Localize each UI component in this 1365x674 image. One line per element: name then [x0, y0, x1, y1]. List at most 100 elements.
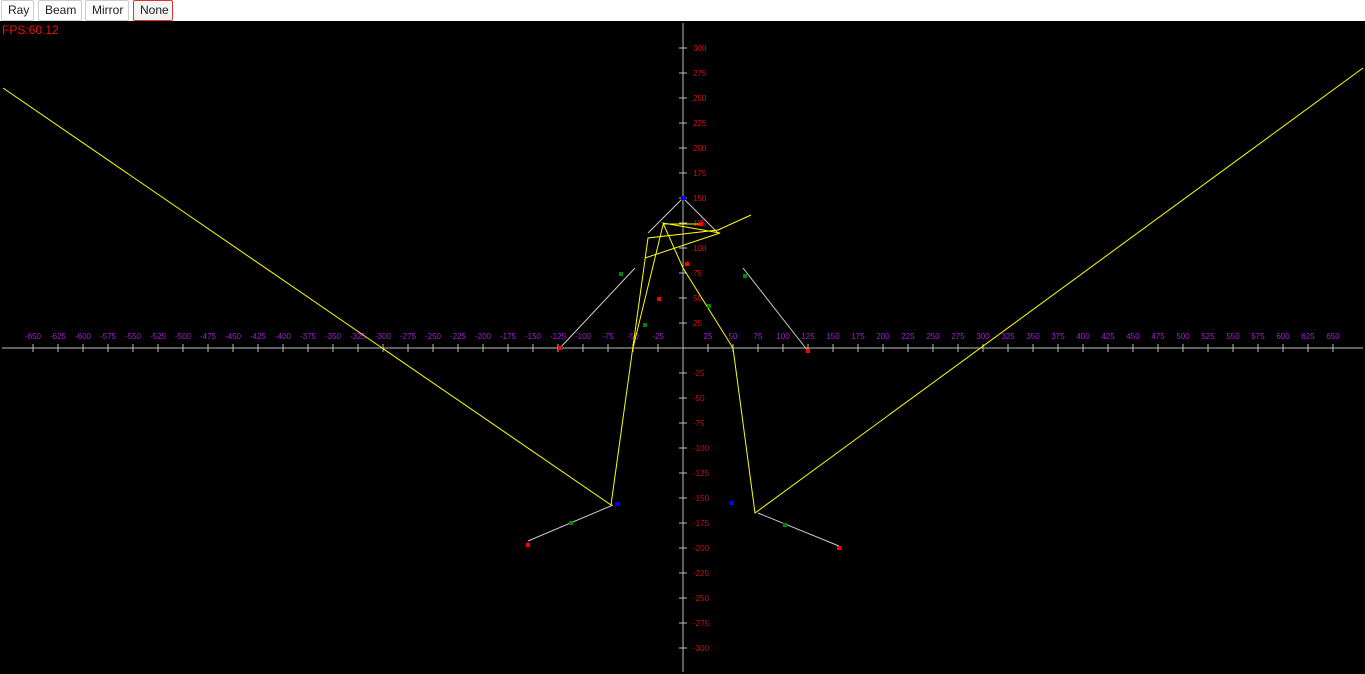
x-tick-label: 100	[776, 332, 790, 341]
endpoint-marker	[526, 543, 530, 547]
x-tick-label: 525	[1201, 332, 1215, 341]
x-tick-label: -300	[375, 332, 392, 341]
endpoint-marker	[837, 546, 841, 550]
ray-path	[644, 67, 1364, 514]
x-tick-label: -500	[175, 332, 192, 341]
y-tick-label: 300	[693, 44, 707, 53]
x-tick-label: -100	[575, 332, 592, 341]
y-tick-label: -175	[693, 519, 710, 528]
x-tick-label: 425	[1101, 332, 1115, 341]
y-tick-label: 225	[693, 119, 707, 128]
mirror-segment	[757, 512, 840, 547]
y-tick-label: 175	[693, 169, 707, 178]
x-tick-label: -200	[475, 332, 492, 341]
x-tick-label: -50	[627, 332, 639, 341]
y-tick-label: 200	[693, 144, 707, 153]
x-tick-label: 500	[1176, 332, 1190, 341]
mirror-button[interactable]: Mirror	[85, 0, 129, 21]
fps-counter: FPS:60.12	[2, 23, 59, 37]
y-tick-label: -150	[693, 494, 710, 503]
y-tick-label: 275	[693, 69, 707, 78]
x-tick-label: 75	[754, 332, 763, 341]
mirror-segment	[559, 267, 636, 349]
endpoint-marker	[699, 222, 703, 226]
ray-button[interactable]: Ray	[1, 0, 34, 21]
endpoint-marker	[685, 262, 689, 266]
x-tick-label: 25	[704, 332, 713, 341]
x-tick-label: -650	[25, 332, 42, 341]
source-marker	[681, 196, 686, 200]
x-tick-label: 625	[1301, 332, 1315, 341]
x-tick-label: -175	[500, 332, 517, 341]
x-tick-label: -400	[275, 332, 292, 341]
x-tick-label: 50	[729, 332, 738, 341]
x-tick-label: -625	[50, 332, 67, 341]
x-tick-label: -275	[400, 332, 417, 341]
y-tick-label: 50	[693, 294, 702, 303]
x-tick-label: -575	[100, 332, 117, 341]
x-tick-label: -350	[325, 332, 342, 341]
y-tick-label: -300	[693, 644, 710, 653]
x-tick-label: -325	[350, 332, 367, 341]
source-marker	[729, 501, 734, 505]
midpoint-marker	[743, 274, 747, 278]
x-tick-label: -550	[125, 332, 142, 341]
y-tick-label: 100	[693, 244, 707, 253]
x-tick-label: 125	[801, 332, 815, 341]
x-tick-label: 550	[1226, 332, 1240, 341]
source-marker	[615, 502, 620, 506]
y-tick-label: -125	[693, 469, 710, 478]
x-tick-label: 450	[1126, 332, 1140, 341]
toolbar: Ray Beam Mirror None	[0, 0, 1365, 21]
x-tick-label: 650	[1326, 332, 1340, 341]
y-tick-label: -100	[693, 444, 710, 453]
midpoint-marker	[643, 323, 647, 327]
x-tick-label: -150	[525, 332, 542, 341]
midpoint-marker	[619, 272, 623, 276]
x-tick-label: -425	[250, 332, 267, 341]
x-tick-label: -225	[450, 332, 467, 341]
midpoint-marker	[783, 523, 787, 527]
midpoint-marker	[707, 304, 711, 308]
x-tick-label: -600	[75, 332, 92, 341]
y-tick-label: -50	[693, 394, 705, 403]
y-tick-label: -225	[693, 569, 710, 578]
simulation-canvas[interactable]: -650 -625 -600 -575 -550 -525 -500 -475 -450 -425…	[0, 21, 1365, 674]
y-tick-label: -75	[693, 419, 705, 428]
midpoint-marker	[569, 521, 573, 525]
x-tick-label: 225	[901, 332, 915, 341]
x-tick-label: -525	[150, 332, 167, 341]
x-tick-label: 400	[1076, 332, 1090, 341]
x-tick-label: 475	[1151, 332, 1165, 341]
x-tick-label: 375	[1051, 332, 1065, 341]
beam-button[interactable]: Beam	[38, 0, 82, 21]
x-tick-label: -250	[425, 332, 442, 341]
x-tick-label: -475	[200, 332, 217, 341]
y-tick-label: 150	[693, 194, 707, 203]
x-tick-label: -375	[300, 332, 317, 341]
endpoint-marker	[806, 349, 810, 353]
x-tick-label: 350	[1026, 332, 1040, 341]
x-tick-label: 175	[851, 332, 865, 341]
none-button[interactable]: None	[133, 0, 173, 21]
ray-path	[2, 87, 752, 506]
y-tick-label: -25	[693, 369, 705, 378]
y-tick-label: -250	[693, 594, 710, 603]
coordinate-axes: -650 -625 -600 -575 -550 -525 -500 -475 -450 -425…	[2, 23, 1363, 672]
y-tick-label: 250	[693, 94, 707, 103]
y-tick-label: 25	[693, 319, 702, 328]
endpoint-marker	[657, 297, 661, 301]
y-tick-label: 75	[693, 269, 702, 278]
endpoint-marker	[558, 346, 562, 350]
y-tick-label: -275	[693, 619, 710, 628]
x-tick-label: 325	[1001, 332, 1015, 341]
x-tick-label: 150	[826, 332, 840, 341]
x-tick-label: -25	[652, 332, 664, 341]
x-tick-label: -125	[550, 332, 567, 341]
x-tick-label: 600	[1276, 332, 1290, 341]
x-tick-label: -450	[225, 332, 242, 341]
x-tick-label: 250	[926, 332, 940, 341]
x-tick-label: 200	[876, 332, 890, 341]
x-tick-label: -75	[602, 332, 614, 341]
y-tick-label: -200	[693, 544, 710, 553]
